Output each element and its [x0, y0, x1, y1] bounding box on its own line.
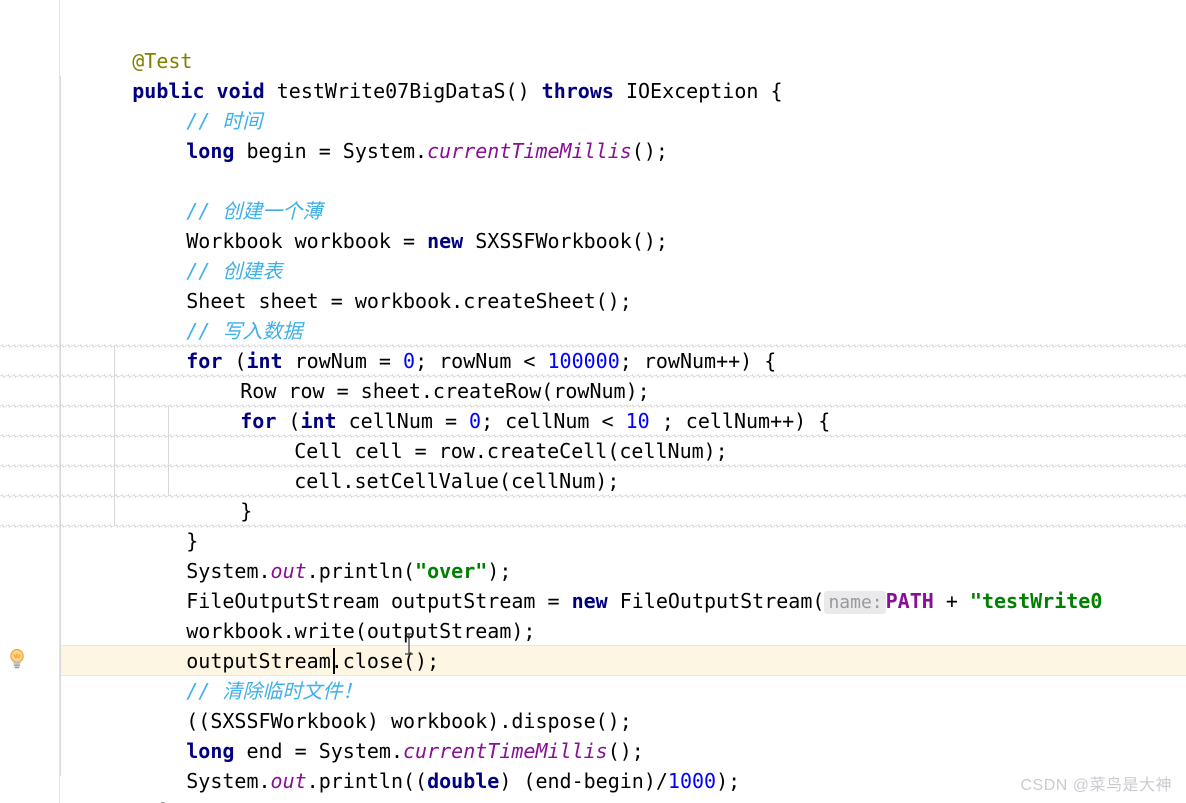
keyword-throws: throws	[541, 79, 614, 103]
static-field-out: out	[270, 769, 307, 793]
throws-clause: IOException {	[613, 79, 783, 103]
code-line-3[interactable]: // 时间	[114, 76, 262, 133]
code-line-16[interactable]: }	[168, 466, 252, 523]
code-line-9[interactable]: Sheet sheet = workbook.createSheet();	[114, 256, 632, 313]
keyword-new: new	[571, 589, 608, 613]
code-line-13[interactable]: for (int cellNum = 0; cellNum < 10 ; cel…	[168, 376, 830, 433]
method-currenttimemillis: currentTimeMillis	[427, 139, 632, 163]
code-line-19[interactable]: FileOutputStream outputStream = new File…	[114, 556, 1102, 614]
constant-path: PATH	[885, 589, 934, 613]
parameter-hint-name: name:	[824, 591, 886, 614]
code-line-11[interactable]: for (int rowNum = 0; rowNum < 100000; ro…	[114, 316, 776, 373]
keyword-double: double	[427, 769, 500, 793]
lightbulb-icon[interactable]	[8, 648, 26, 670]
code-line-2[interactable]: public void testWrite07BigDataS() throws…	[60, 46, 782, 103]
text-caret	[333, 648, 335, 674]
csdn-watermark: CSDN @菜鸟是大神	[1020, 777, 1172, 794]
code-line-6[interactable]: // 创建一个薄	[114, 166, 322, 223]
code-line-17[interactable]: }	[114, 496, 198, 553]
gutter-divider	[59, 0, 60, 803]
keyword-long: long	[186, 139, 235, 163]
code-editor[interactable]: @Test public void testWrite07BigDataS() …	[0, 0, 1186, 803]
code-line-4[interactable]: long begin = System.currentTimeMillis();	[114, 106, 668, 163]
code-text-layer[interactable]: @Test public void testWrite07BigDataS() …	[0, 0, 1186, 803]
i-beam-cursor	[405, 633, 413, 655]
code-line-20[interactable]: workbook.write(outputStream);	[114, 586, 535, 643]
code-line-8[interactable]: // 创建表	[114, 226, 282, 283]
code-line-10[interactable]: // 写入数据	[114, 286, 302, 343]
code-line-12[interactable]: Row row = sheet.createRow(rowNum);	[168, 346, 649, 403]
method-signature: testWrite07BigDataS()	[264, 79, 542, 103]
code-line-21[interactable]: outputStream.close();	[114, 616, 439, 673]
string-filename: "testWrite0	[969, 589, 1103, 613]
code-line-26[interactable]: }	[87, 766, 171, 803]
code-line-1[interactable]: @Test	[60, 16, 192, 73]
code-line-15[interactable]: cell.setCellValue(cellNum);	[222, 436, 619, 493]
code-line-24[interactable]: long end = System.currentTimeMillis();	[114, 706, 644, 763]
code-line-14[interactable]: Cell cell = row.createCell(cellNum);	[222, 406, 727, 463]
code-line-22[interactable]: // 清除临时文件！	[114, 646, 362, 703]
keyword-new: new	[427, 229, 464, 253]
number-1000: 1000	[667, 769, 717, 793]
code-line-7[interactable]: Workbook workbook = new SXSSFWorkbook();	[114, 196, 668, 253]
code-line-23[interactable]: ((SXSSFWorkbook) workbook).dispose();	[114, 676, 632, 733]
code-line-18[interactable]: System.out.println("over");	[114, 526, 511, 583]
code-line-25[interactable]: System.out.println((double) (end-begin)/…	[114, 736, 740, 793]
